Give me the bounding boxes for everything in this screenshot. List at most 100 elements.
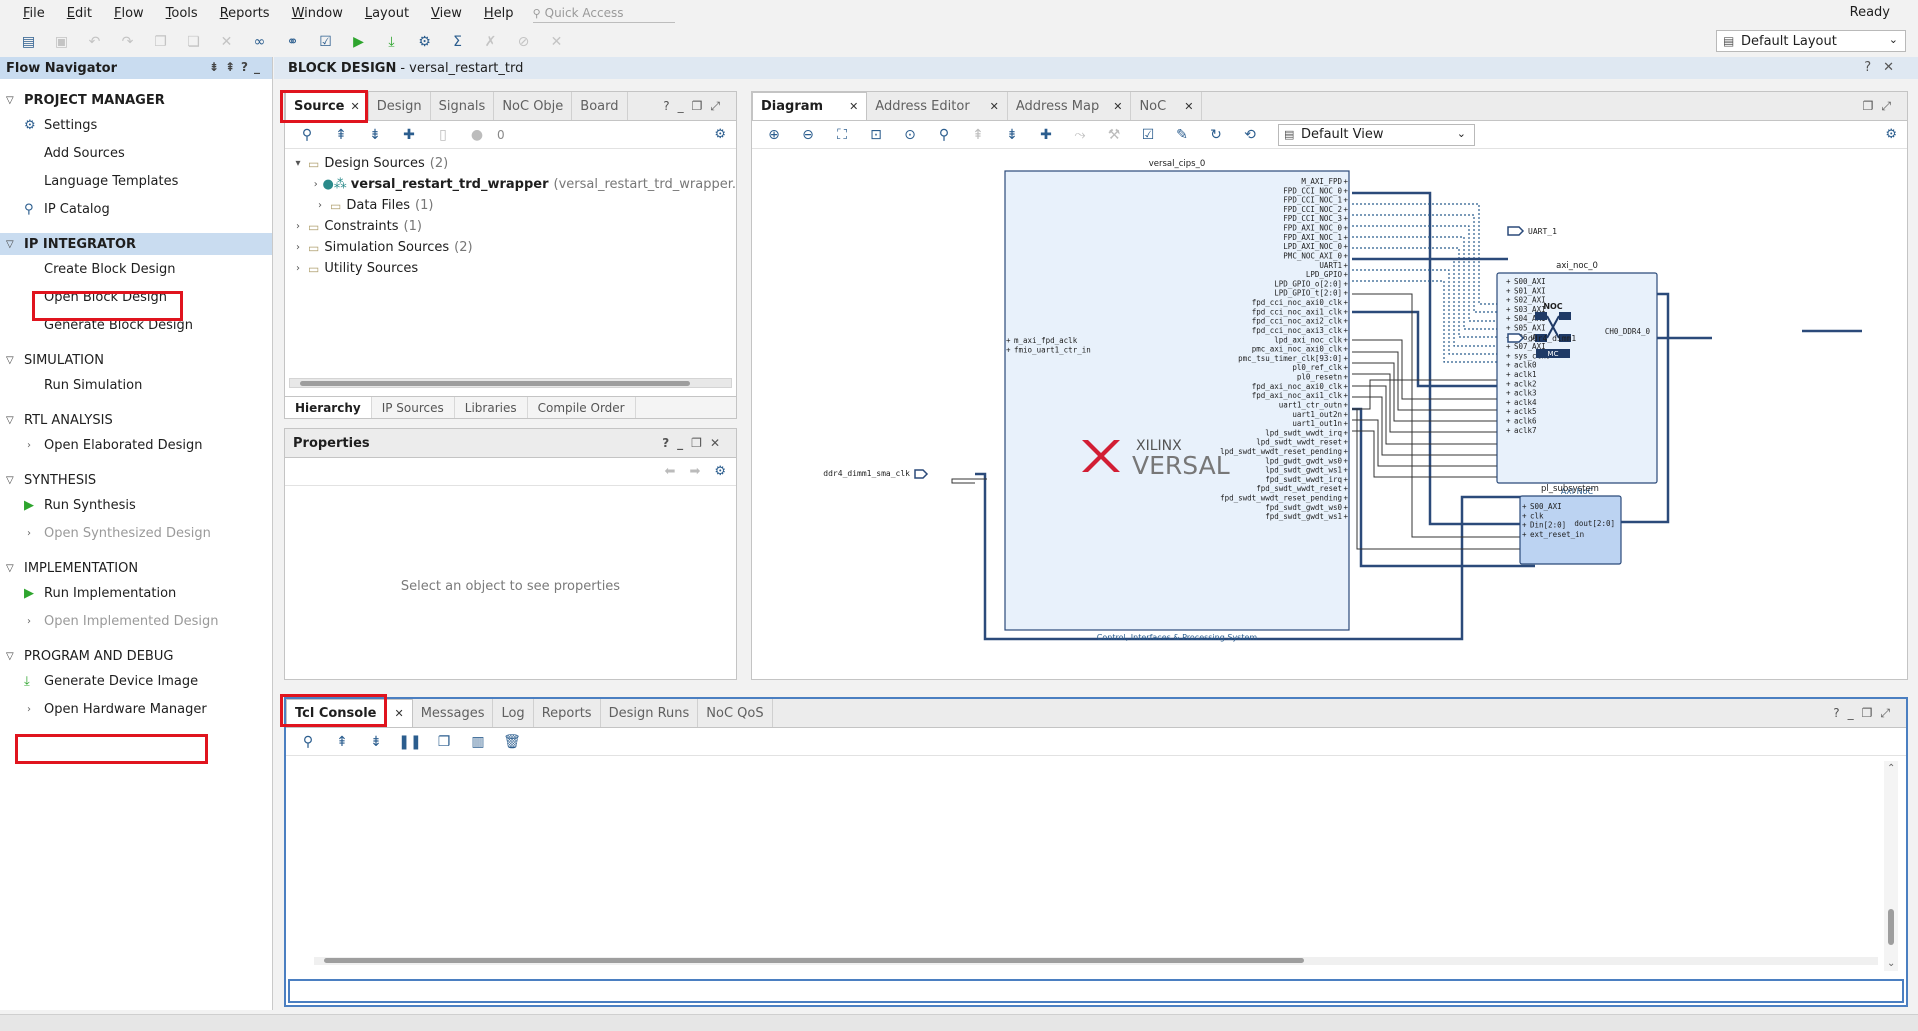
pl-subsystem-block[interactable]: pl_subsystem S00_AXI+clk+Din[2:0]+ext_re… — [1519, 484, 1622, 565]
link-icon[interactable]: ∞ — [245, 30, 274, 54]
nav-run-implementation[interactable]: ▶ Run Implementation — [0, 579, 272, 607]
tab-tcl-console[interactable]: Tcl Console ✕ — [286, 699, 413, 727]
zoom-area-icon[interactable]: ⊡ — [862, 123, 890, 147]
save-icon[interactable]: ▣ — [47, 30, 76, 54]
menu-reports[interactable]: Reports — [209, 0, 281, 27]
section-project-manager[interactable]: ▽ PROJECT MANAGER — [0, 89, 272, 111]
paste-icon[interactable]: ❏ — [179, 30, 208, 54]
zoom-in-icon[interactable]: ⊕ — [760, 123, 788, 147]
quick-access-input[interactable]: ⚲ Quick Access — [532, 4, 675, 23]
tab-address-map[interactable]: Address Map ✕ — [1008, 92, 1132, 120]
nav-add-sources[interactable]: Add Sources — [0, 139, 272, 167]
panel-controls[interactable]: ?✕ — [1864, 60, 1906, 75]
cips-block[interactable]: versal_cips_0 Control, Interfaces & Proc… — [1004, 159, 1350, 642]
probe-icon[interactable]: ⊘ — [509, 30, 538, 54]
collapse-icon[interactable]: ⇞ — [964, 123, 992, 147]
redo-icon[interactable]: ↷ — [113, 30, 142, 54]
layout-select[interactable]: ▤ Default Layout ⌄ — [1716, 30, 1906, 52]
chevron-up-icon[interactable]: ⌃ — [1887, 763, 1895, 774]
debug-icon[interactable]: ✗ — [476, 30, 505, 54]
zoom-fit-icon[interactable]: ⛶ — [828, 123, 856, 147]
tab-libraries[interactable]: Libraries — [455, 397, 528, 418]
nav-create-block-design[interactable]: Create Block Design — [0, 255, 272, 283]
nav-generate-device-image[interactable]: ⤓ Generate Device Image — [0, 667, 272, 695]
view-select[interactable]: ▤ Default View ⌄ — [1278, 123, 1475, 146]
section-simulation[interactable]: ▽ SIMULATION — [0, 349, 272, 371]
section-ip-integrator[interactable]: ▽ IP INTEGRATOR — [0, 233, 272, 255]
tree-simulation-sources[interactable]: › ▭ Simulation Sources (2) — [285, 237, 736, 258]
tab-reports[interactable]: Reports — [534, 699, 601, 727]
block-diagram[interactable]: versal_cips_0 Control, Interfaces & Proc… — [752, 150, 1907, 679]
menu-layout[interactable]: Layout — [354, 0, 420, 27]
copy-icon[interactable]: ❐ — [430, 730, 458, 754]
close-icon[interactable]: ✕ — [395, 707, 404, 720]
tab-noc-objects[interactable]: NoC Obje — [494, 92, 573, 120]
horizontal-scrollbar[interactable] — [314, 957, 1878, 965]
tab-design[interactable]: Design — [369, 92, 431, 120]
horizontal-scrollbar[interactable] — [289, 378, 732, 388]
section-rtl-analysis[interactable]: ▽ RTL ANALYSIS — [0, 409, 272, 431]
back-arrow-icon[interactable]: ⬅ — [665, 464, 676, 479]
expand-all-icon[interactable]: ⇟ — [361, 123, 389, 147]
nav-open-implemented-design[interactable]: › Open Implemented Design — [0, 607, 272, 635]
tab-noc-qos[interactable]: NoC QoS — [698, 699, 773, 727]
chevron-down-icon[interactable]: ⌄ — [1887, 958, 1895, 969]
panel-controls[interactable]: ❐⤢ — [1863, 99, 1899, 114]
tcl-command-input[interactable] — [288, 979, 1904, 1003]
tab-design-runs[interactable]: Design Runs — [601, 699, 699, 727]
section-synthesis[interactable]: ▽ SYNTHESIS — [0, 469, 272, 491]
pin-icon[interactable]: ✎ — [1168, 123, 1196, 147]
settings-icon[interactable]: ⚙ — [410, 30, 439, 54]
panel-controls[interactable]: ?_❐⤢ — [1833, 706, 1898, 721]
expand-all-icon[interactable]: ⇟ — [362, 730, 390, 754]
external-port-ddr4-clk[interactable]: ddr4_dimm1_sma_clk — [823, 469, 929, 479]
tree-wrapper[interactable]: › ●⁂ versal_restart_trd_wrapper (versal_res… — [285, 174, 736, 195]
nav-open-synthesized-design[interactable]: › Open Synthesized Design — [0, 519, 272, 547]
vertical-scrollbar[interactable]: ⌃ ⌄ — [1884, 761, 1898, 971]
pause-icon[interactable]: ❚❚ — [396, 730, 424, 754]
connect-icon[interactable]: ⚭ — [278, 30, 307, 54]
nav-run-synthesis[interactable]: ▶ Run Synthesis — [0, 491, 272, 519]
tab-address-editor[interactable]: Address Editor ✕ — [867, 92, 1008, 120]
gear-icon[interactable]: ⚙ — [714, 127, 726, 142]
menu-view[interactable]: View — [420, 0, 473, 27]
scroll-thumb[interactable] — [1888, 909, 1894, 945]
close-icon[interactable]: ✕ — [1184, 100, 1193, 113]
document-icon[interactable]: ▯ — [429, 123, 457, 147]
regenerate-layout-icon[interactable]: ⟲ — [1236, 123, 1264, 147]
search-icon[interactable]: ⚲ — [293, 123, 321, 147]
tree-design-sources[interactable]: ▾ ▭ Design Sources (2) — [285, 153, 736, 174]
section-implementation[interactable]: ▽ IMPLEMENTATION — [0, 557, 272, 579]
panel-controls[interactable]: ⇟⇞?_ — [209, 60, 266, 74]
tab-messages[interactable]: Messages — [413, 699, 494, 727]
validate-icon[interactable]: ☑ — [1134, 123, 1162, 147]
tab-hierarchy[interactable]: Hierarchy — [285, 397, 372, 418]
nav-settings[interactable]: ⚙ Settings — [0, 111, 272, 139]
close-icon[interactable]: ✕ — [350, 100, 359, 113]
program-icon[interactable]: ⤓ — [377, 30, 406, 54]
zoom-out-icon[interactable]: ⊖ — [794, 123, 822, 147]
tree-constraints[interactable]: › ▭ Constraints (1) — [285, 216, 736, 237]
gear-icon[interactable]: ⚙ — [714, 464, 726, 479]
noc-block[interactable]: axi_noc_0 AXI NoC S00_AXI+S01_AXI+S02_AX… — [1496, 261, 1658, 496]
menu-tools[interactable]: Tools — [155, 0, 209, 27]
nav-ip-catalog[interactable]: ⚲ IP Catalog — [0, 195, 272, 223]
external-port-ddr4-dimm[interactable]: ddr4_dimm1 — [1507, 333, 1576, 343]
columns-icon[interactable]: ▥ — [464, 730, 492, 754]
tab-source[interactable]: Source ✕ — [285, 92, 369, 120]
menu-edit[interactable]: Edit — [56, 0, 103, 27]
nav-open-elaborated-design[interactable]: › Open Elaborated Design — [0, 431, 272, 459]
tab-signals[interactable]: Signals — [431, 92, 495, 120]
close-icon[interactable]: ✕ — [990, 100, 999, 113]
make-connection-icon[interactable]: ⤳ — [1066, 123, 1094, 147]
menu-flow[interactable]: Flow — [103, 0, 155, 27]
tab-noc[interactable]: NoC ✕ — [1131, 92, 1203, 120]
panel-controls[interactable]: ?_❐✕ — [662, 436, 728, 450]
gear-icon[interactable]: ⚙ — [1885, 127, 1897, 142]
run-icon[interactable]: ▶ — [344, 30, 373, 54]
copy-icon[interactable]: ❐ — [146, 30, 175, 54]
search-icon[interactable]: ⚲ — [930, 123, 958, 147]
diagram-canvas[interactable]: versal_cips_0 Control, Interfaces & Proc… — [752, 150, 1907, 679]
nav-language-templates[interactable]: Language Templates — [0, 167, 272, 195]
collapse-all-icon[interactable]: ⇞ — [328, 730, 356, 754]
